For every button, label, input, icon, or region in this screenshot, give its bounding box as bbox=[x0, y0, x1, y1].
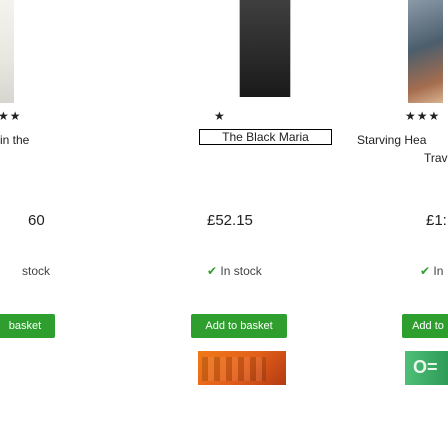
product-title-text: The Black Maria bbox=[222, 130, 309, 144]
product-title-continuation: Trav bbox=[424, 151, 448, 165]
stock-status-text: stock bbox=[22, 264, 51, 278]
star-rating: ★ bbox=[214, 109, 226, 123]
stock-status: ✔ In bbox=[420, 264, 443, 278]
add-to-basket-button[interactable]: Add to basket bbox=[191, 314, 287, 338]
product-price: 60 bbox=[28, 212, 45, 229]
next-row-book-cover[interactable] bbox=[198, 351, 286, 385]
checkmark-icon: ✔ bbox=[207, 264, 218, 278]
book-cover-image[interactable] bbox=[0, 0, 14, 103]
product-price: £1: bbox=[426, 212, 447, 229]
product-title-link[interactable]: in the bbox=[0, 133, 29, 147]
add-to-basket-button[interactable]: basket bbox=[0, 314, 55, 338]
next-row-book-cover[interactable]: O= bbox=[405, 351, 448, 385]
product-title-link[interactable]: The Black Maria bbox=[199, 129, 332, 145]
add-to-basket-button[interactable]: Add to bbox=[402, 314, 448, 338]
cover-lettering: O= bbox=[413, 357, 438, 377]
checkmark-icon: ✔ bbox=[420, 264, 431, 278]
stock-status: stock bbox=[22, 264, 50, 278]
stock-status: ✔ In stock bbox=[207, 264, 262, 278]
star-rating: ★★★ bbox=[405, 109, 441, 123]
book-cover-image[interactable] bbox=[408, 0, 443, 103]
star-rating: ★★ bbox=[0, 109, 22, 123]
product-price: £52.15 bbox=[207, 212, 253, 229]
stock-status-text: In stock bbox=[220, 264, 262, 278]
book-cover-image[interactable] bbox=[239, 0, 291, 97]
product-title-link[interactable]: Starving Hea bbox=[357, 133, 426, 147]
stock-status-text: In bbox=[433, 264, 444, 278]
